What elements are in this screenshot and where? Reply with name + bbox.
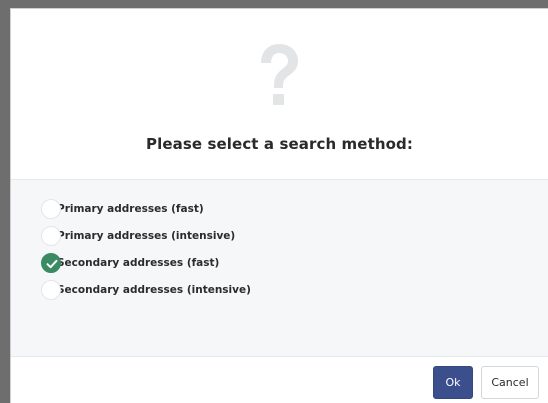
checkmark-icon: [46, 259, 58, 269]
cancel-button[interactable]: Cancel: [481, 366, 539, 399]
radio-button[interactable]: [41, 280, 61, 300]
search-method-dialog: Please select a search method: Primary a…: [10, 8, 548, 403]
option-label: Primary addresses (intensive): [57, 230, 236, 242]
option-primary-intensive[interactable]: Primary addresses (intensive): [41, 225, 235, 247]
option-secondary-intensive[interactable]: Secondary addresses (intensive): [41, 279, 251, 301]
radio-button[interactable]: [41, 226, 61, 246]
search-method-options: Primary addresses (fast) Primary address…: [11, 179, 548, 357]
dialog-footer: Ok Cancel: [11, 357, 548, 403]
dialog-title: Please select a search method:: [146, 135, 413, 153]
ok-button[interactable]: Ok: [433, 366, 473, 399]
option-primary-fast[interactable]: Primary addresses (fast): [41, 198, 204, 220]
option-secondary-fast[interactable]: Secondary addresses (fast): [41, 252, 219, 274]
dialog-header: Please select a search method:: [11, 9, 548, 179]
radio-button[interactable]: [41, 199, 61, 219]
option-label: Secondary addresses (fast): [57, 257, 220, 269]
radio-button-checked[interactable]: [41, 253, 61, 273]
option-label: Primary addresses (fast): [57, 203, 204, 215]
question-mark-icon: [261, 44, 298, 105]
option-label: Secondary addresses (intensive): [57, 284, 251, 296]
